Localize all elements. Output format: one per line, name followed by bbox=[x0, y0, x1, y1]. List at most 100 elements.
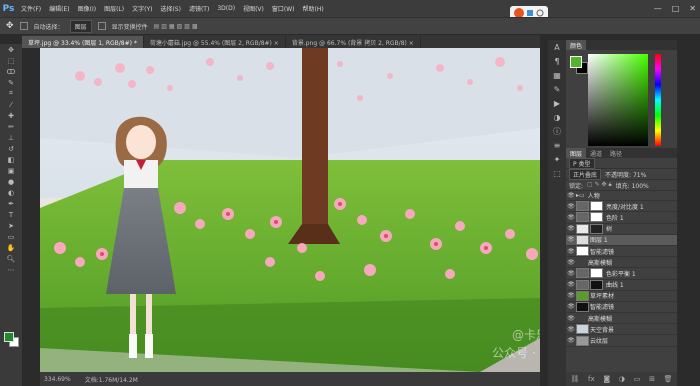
move-tool-icon[interactable]: ✥ bbox=[6, 21, 14, 31]
layer-row[interactable]: 👁︎ 高斯模糊 bbox=[566, 257, 677, 269]
glyphs-panel-icon[interactable]: ✦ bbox=[548, 152, 566, 166]
visibility-eye-icon[interactable]: 👁︎ bbox=[566, 214, 576, 221]
visibility-eye-icon[interactable]: 👁︎ bbox=[566, 292, 576, 299]
visibility-eye-icon[interactable]: 👁︎ bbox=[566, 281, 576, 288]
adjustment-layer-icon[interactable]: ◑ bbox=[619, 375, 625, 383]
visibility-eye-icon[interactable]: 👁︎ bbox=[566, 259, 576, 266]
layer-mask-thumbnail[interactable] bbox=[590, 201, 603, 212]
info-panel-icon[interactable]: ⓘ bbox=[548, 124, 566, 138]
move-tool-icon[interactable]: ✥ bbox=[0, 44, 22, 55]
menu-filter[interactable]: 滤镜(T) bbox=[185, 4, 213, 13]
tab-color[interactable]: 颜色 bbox=[566, 40, 587, 50]
visibility-eye-icon[interactable]: 👁︎ bbox=[566, 337, 576, 344]
fill-field[interactable]: 填充: 100% bbox=[616, 181, 649, 190]
menu-file[interactable]: 文件(F) bbox=[17, 4, 45, 13]
menu-image[interactable]: 图像(I) bbox=[74, 4, 100, 13]
link-layers-icon[interactable]: ⛓ bbox=[570, 375, 579, 383]
visibility-eye-icon[interactable]: 👁︎ bbox=[566, 236, 576, 243]
more-tools-icon[interactable]: ⋯ bbox=[0, 264, 22, 275]
new-layer-icon[interactable]: ⊞ bbox=[649, 375, 655, 383]
visibility-eye-icon[interactable]: 👁︎ bbox=[566, 326, 576, 333]
marquee-tool-icon[interactable]: ⬚ bbox=[0, 55, 22, 66]
visibility-eye-icon[interactable]: 👁︎ bbox=[566, 315, 576, 322]
swatches-panel-icon[interactable]: ▦ bbox=[548, 68, 566, 82]
lasso-tool-icon[interactable]: ↀ bbox=[0, 66, 22, 77]
layer-row[interactable]: 👁︎ 亮度/对比度 1 bbox=[566, 201, 677, 213]
visibility-eye-icon[interactable]: 👁︎ bbox=[566, 225, 576, 232]
crop-tool-icon[interactable]: ⌗ bbox=[0, 88, 22, 99]
new-group-icon[interactable]: ▭ bbox=[634, 375, 641, 383]
tab-layers[interactable]: 图层 bbox=[566, 148, 587, 158]
path-select-tool-icon[interactable]: ➤ bbox=[0, 220, 22, 231]
menu-help[interactable]: 帮助(H) bbox=[299, 4, 328, 13]
type-tool-icon[interactable]: T bbox=[0, 209, 22, 220]
auto-select-target-dropdown[interactable]: 图层 bbox=[69, 19, 92, 33]
layer-mask-thumbnail[interactable] bbox=[590, 268, 603, 279]
gradient-tool-icon[interactable]: ▣ bbox=[0, 165, 22, 176]
color-picker-hue-slider[interactable] bbox=[655, 54, 661, 146]
history-panel-icon[interactable]: A bbox=[548, 40, 566, 54]
history-brush-tool-icon[interactable]: ↺ bbox=[0, 143, 22, 154]
tab-doc-2[interactable]: 荷塘小蘑菇.jpg @ 55.4% (图层 2, RGB/8#) × bbox=[144, 36, 286, 48]
close-button[interactable]: ✕ bbox=[689, 4, 696, 13]
visibility-eye-icon[interactable]: 👁︎ bbox=[566, 203, 576, 210]
visibility-eye-icon[interactable]: 👁︎ bbox=[566, 270, 576, 277]
layer-row-selected[interactable]: 👁︎ 图层 1 bbox=[566, 234, 677, 246]
layer-row[interactable]: 👁︎ 云纹层 bbox=[566, 335, 677, 347]
lock-icons[interactable]: ▢ ✎ ✥ 🔒︎ bbox=[587, 181, 612, 189]
menu-edit[interactable]: 编辑(E) bbox=[45, 4, 73, 13]
layer-mask-thumbnail[interactable] bbox=[590, 212, 603, 223]
layer-row[interactable]: 👁︎ 智能滤镜 bbox=[566, 246, 677, 258]
document-canvas[interactable]: @卡乐致 公众号 · 卡乐琦 bbox=[40, 48, 540, 372]
align-icons[interactable]: ▤▥▦▧▨▩ bbox=[154, 23, 200, 30]
delete-layer-icon[interactable]: 🗑︎ bbox=[664, 375, 673, 383]
layer-row[interactable]: 👁︎ 智能滤镜 bbox=[566, 301, 677, 314]
tab-channels[interactable]: 通道 bbox=[586, 148, 606, 158]
pen-tool-icon[interactable]: ✒ bbox=[0, 198, 22, 209]
menu-layer[interactable]: 图层(L) bbox=[100, 4, 128, 13]
zoom-level[interactable]: 334.69% bbox=[44, 376, 71, 383]
auto-select-checkbox[interactable] bbox=[19, 22, 28, 30]
layer-mask-thumbnail[interactable] bbox=[590, 279, 603, 290]
brush-tool-icon[interactable]: ✏ bbox=[0, 121, 22, 132]
add-mask-icon[interactable]: ◙ bbox=[603, 375, 610, 383]
dodge-tool-icon[interactable]: ◐ bbox=[0, 187, 22, 198]
blend-mode-dropdown[interactable]: 正片叠底 bbox=[569, 168, 602, 180]
maximize-button[interactable]: □ bbox=[672, 4, 680, 13]
layer-row[interactable]: 👁︎ 树 bbox=[566, 223, 677, 235]
foreground-color-swatch[interactable] bbox=[4, 332, 14, 342]
shape-tool-icon[interactable]: ▭ bbox=[0, 231, 22, 242]
paragraph-panel-icon[interactable]: ¶ bbox=[548, 54, 566, 68]
eraser-tool-icon[interactable]: ◧ bbox=[0, 154, 22, 165]
layer-mask-thumbnail[interactable] bbox=[590, 223, 603, 234]
hand-tool-icon[interactable]: ✋ bbox=[0, 242, 22, 253]
layer-row[interactable]: 👁︎ 色阶 1 bbox=[566, 212, 677, 224]
properties-panel-icon[interactable]: ≡ bbox=[548, 138, 566, 152]
adjustments-panel-icon[interactable]: ◑ bbox=[548, 110, 566, 124]
layer-row[interactable]: 👁︎ 曲线 1 bbox=[566, 279, 677, 291]
blur-tool-icon[interactable]: ● bbox=[0, 176, 22, 187]
eyedropper-tool-icon[interactable]: ⁄ bbox=[0, 99, 22, 110]
visibility-eye-icon[interactable]: 👁︎ bbox=[566, 248, 576, 255]
tab-doc-1[interactable]: 草坪.jpg @ 33.4% (图层 1, RGB/8#) * bbox=[22, 36, 144, 48]
visibility-eye-icon[interactable]: 👁︎ bbox=[566, 303, 576, 310]
quick-select-tool-icon[interactable]: ✎ bbox=[0, 77, 22, 88]
visibility-eye-icon[interactable]: 👁︎ bbox=[566, 192, 576, 199]
show-transform-checkbox[interactable] bbox=[97, 22, 106, 30]
opacity-field[interactable]: 不透明度: 71% bbox=[605, 170, 646, 179]
layer-row[interactable]: 👁︎ 高斯模糊 bbox=[566, 313, 677, 325]
layer-row[interactable]: 👁︎ 草坪素材 bbox=[566, 290, 677, 302]
healing-brush-tool-icon[interactable]: ✚ bbox=[0, 110, 22, 121]
color-picker-square[interactable] bbox=[588, 54, 648, 146]
stamp-tool-icon[interactable]: ⊥ bbox=[0, 132, 22, 143]
menu-view[interactable]: 视图(V) bbox=[239, 4, 268, 13]
minimize-button[interactable]: — bbox=[654, 4, 662, 13]
layer-style-icon[interactable]: fx bbox=[588, 375, 595, 383]
zoom-tool-icon[interactable]: 🔍︎ bbox=[0, 253, 22, 264]
layer-row[interactable]: 👁︎ 天空背景 bbox=[566, 324, 677, 336]
menu-select[interactable]: 选择(S) bbox=[156, 4, 185, 13]
menu-3d[interactable]: 3D(D) bbox=[213, 5, 239, 12]
brush-panel-icon[interactable]: ✎ bbox=[548, 82, 566, 96]
color-picker-foreground[interactable] bbox=[570, 56, 582, 68]
layer-filter-dropdown[interactable]: P 类型 bbox=[569, 157, 595, 169]
